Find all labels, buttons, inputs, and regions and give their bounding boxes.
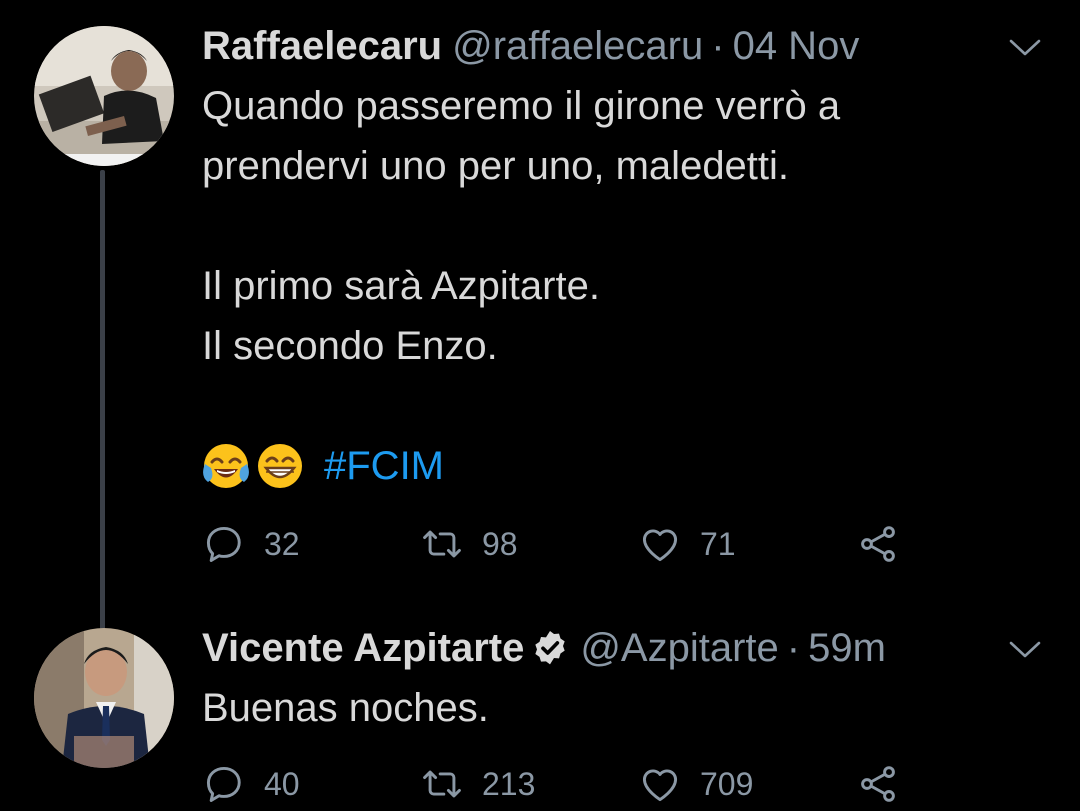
separator-dot: ·	[711, 24, 725, 68]
author-handle[interactable]: @raffaelecaru	[452, 22, 703, 70]
reply-button[interactable]: 32	[202, 520, 300, 568]
verified-badge-icon	[530, 628, 570, 668]
reply-button[interactable]: 40	[202, 760, 300, 808]
retweet-icon	[420, 522, 464, 566]
chevron-down-icon[interactable]	[1008, 640, 1042, 660]
grinning-face-emoji	[256, 442, 304, 490]
tweet-raffaelecaru[interactable]: Raffaelecaru @raffaelecaru · 04 Nov Quan…	[0, 0, 1080, 630]
tweet-line: Quando passeremo il girone verrò a	[202, 84, 841, 128]
like-count: 709	[700, 765, 754, 802]
tweet-line: Il secondo Enzo.	[202, 324, 498, 368]
retweet-count: 98	[482, 525, 518, 562]
author-handle[interactable]: @Azpitarte	[580, 624, 778, 672]
tweet-header: Vicente Azpitarte @Azpitarte · 59m	[202, 624, 886, 672]
like-button[interactable]: 71	[638, 520, 736, 568]
thread-line	[100, 170, 105, 630]
tweet-text: Buenas noches.	[202, 678, 982, 738]
like-count: 71	[700, 525, 736, 562]
share-icon	[856, 522, 900, 566]
reply-count: 32	[264, 525, 300, 562]
share-icon	[856, 762, 900, 806]
reply-icon	[202, 522, 246, 566]
avatar-vicente-azpitarte[interactable]	[34, 628, 174, 768]
like-icon	[638, 762, 682, 806]
avatar-raffaelecaru[interactable]	[34, 26, 174, 166]
share-button[interactable]	[856, 760, 900, 808]
retweet-button[interactable]: 98	[420, 520, 518, 568]
retweet-button[interactable]: 213	[420, 760, 535, 808]
like-icon	[638, 522, 682, 566]
tweet-line: Buenas noches.	[202, 686, 489, 730]
emoji-hashtag-line: #FCIM	[202, 436, 982, 496]
retweet-count: 213	[482, 765, 536, 802]
reply-icon	[202, 762, 246, 806]
tweet-line: Il primo sarà Azpitarte.	[202, 264, 600, 308]
chevron-down-icon[interactable]	[1008, 38, 1042, 58]
face-with-tears-of-joy-emoji	[202, 442, 250, 490]
tweet-vicente-azpitarte[interactable]: Vicente Azpitarte @Azpitarte · 59m Buena…	[0, 600, 1080, 811]
author-name[interactable]: Raffaelecaru	[202, 22, 442, 70]
tweet-timestamp[interactable]: 59m	[808, 624, 886, 672]
retweet-icon	[420, 762, 464, 806]
hashtag-link[interactable]: #FCIM	[324, 436, 444, 496]
tweet-text: Quando passeremo il girone verrò a prend…	[202, 76, 982, 496]
author-name[interactable]: Vicente Azpitarte	[202, 624, 524, 672]
separator-dot: ·	[786, 626, 801, 670]
reply-count: 40	[264, 765, 300, 802]
tweet-header: Raffaelecaru @raffaelecaru · 04 Nov	[202, 22, 859, 70]
like-button[interactable]: 709	[638, 760, 753, 808]
tweet-line: prendervi uno per uno, maledetti.	[202, 144, 790, 188]
tweet-timestamp[interactable]: 04 Nov	[733, 22, 860, 70]
share-button[interactable]	[856, 520, 900, 568]
